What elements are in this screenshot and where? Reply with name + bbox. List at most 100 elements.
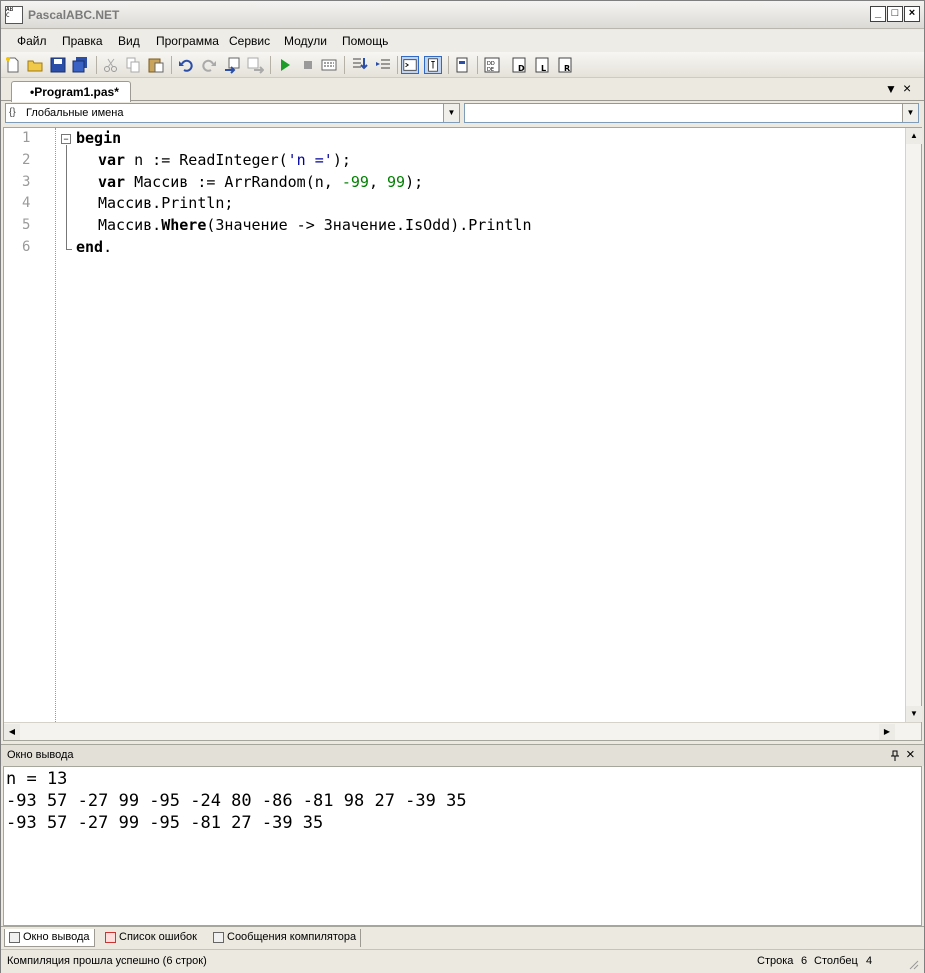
keyword: begin — [76, 129, 122, 147]
format-icon[interactable] — [223, 56, 241, 74]
output-pane-header: Окно вывода × — [1, 744, 924, 766]
svg-text:R: R — [564, 64, 570, 73]
debug-icon[interactable] — [320, 56, 338, 74]
code-text: Массив := ArrRandom(n, — [125, 173, 342, 191]
save-icon[interactable] — [49, 56, 67, 74]
member-dropdown[interactable]: ▼ — [464, 103, 919, 123]
app-logo-icon: AB C — [5, 6, 23, 24]
stop-icon[interactable] — [299, 56, 317, 74]
svg-text:DE: DE — [487, 67, 494, 73]
error-list-icon — [105, 932, 116, 943]
tab-program1[interactable]: •Program1.pas* — [11, 81, 131, 102]
minimize-button[interactable]: _ — [870, 6, 886, 22]
status-message: Компиляция прошла успешно (6 строк) — [7, 955, 207, 967]
document-tab-strip: •Program1.pas* ▼ × — [1, 79, 924, 102]
keyword: end — [76, 238, 104, 256]
library-icon[interactable]: L — [534, 56, 552, 74]
scroll-down-icon[interactable]: ▼ — [906, 706, 922, 722]
collapse-icon[interactable]: − — [61, 134, 71, 144]
menu-file[interactable]: Файл — [17, 34, 47, 48]
title-bar: AB C PascalABC.NET _ □ × — [1, 1, 924, 29]
horizontal-scrollbar[interactable]: ◀ ▶ — [4, 722, 921, 740]
menu-view[interactable]: Вид — [118, 34, 140, 48]
scroll-up-icon[interactable]: ▲ — [906, 128, 922, 144]
menu-edit[interactable]: Правка — [62, 34, 103, 48]
console-icon[interactable] — [401, 56, 419, 74]
chevron-down-icon[interactable]: ▼ — [902, 104, 918, 122]
reference-icon[interactable]: R — [557, 56, 575, 74]
row-value: 6 — [801, 955, 808, 967]
window-title: PascalABC.NET — [28, 8, 120, 22]
menu-bar: Файл Правка Вид Программа Сервис Модули … — [1, 30, 924, 52]
scroll-left-icon[interactable]: ◀ — [4, 724, 20, 740]
svg-text:D: D — [518, 64, 525, 73]
dll-icon[interactable]: DDDE — [483, 56, 501, 74]
line-number: 3 — [22, 174, 31, 190]
status-bar: Компиляция прошла успешно (6 строк) Стро… — [1, 949, 924, 973]
fold-guide — [66, 145, 67, 249]
column-value: 4 — [866, 955, 873, 967]
column-label: Столбец — [814, 955, 858, 967]
code-line-6: end. — [76, 238, 112, 256]
undo-icon[interactable] — [177, 56, 195, 74]
bottom-panel-tabs: Окно вывода Список ошибок Сообщения комп… — [1, 926, 924, 948]
code-text: ); — [405, 173, 424, 191]
step-into-icon[interactable] — [350, 56, 368, 74]
menu-service[interactable]: Сервис — [229, 34, 270, 48]
step-over-icon[interactable] — [374, 56, 392, 74]
line-number: 6 — [22, 239, 31, 255]
keyword: Where — [161, 216, 207, 234]
tab-list-dropdown[interactable]: ▼ — [885, 82, 897, 96]
redo-icon[interactable] — [200, 56, 218, 74]
run-icon[interactable] — [276, 56, 294, 74]
menu-help[interactable]: Помощь — [342, 34, 388, 48]
tab-label: Окно вывода — [23, 931, 90, 943]
navigate-icon[interactable] — [246, 56, 264, 74]
output-window[interactable]: n = 13 -93 57 -27 99 -95 -24 80 -86 -81 … — [3, 766, 922, 926]
copy-icon[interactable] — [124, 56, 142, 74]
close-button[interactable]: × — [904, 6, 920, 22]
string-literal: 'n =' — [287, 151, 333, 169]
tab-error-list[interactable]: Список ошибок — [101, 929, 201, 947]
tab-compiler-messages[interactable]: Сообщения компилятора — [209, 929, 362, 947]
line-number: 2 — [22, 152, 31, 168]
vertical-scrollbar[interactable]: ▲ ▼ — [905, 128, 922, 722]
save-all-icon[interactable] — [71, 56, 89, 74]
compiler-messages-icon — [213, 932, 224, 943]
output-line: -93 57 -27 99 -95 -24 80 -86 -81 98 27 -… — [6, 791, 467, 811]
code-text: n := ReadInteger( — [125, 151, 288, 169]
code-line-4: Массив.Println; — [98, 194, 233, 212]
pin-icon[interactable] — [889, 750, 901, 762]
number-literal: -99 — [341, 173, 369, 191]
toolbar-separator — [344, 56, 345, 74]
svg-text:L: L — [541, 64, 546, 73]
code-editor[interactable]: 1 2 3 4 5 6 − begin var n := ReadInteger… — [3, 127, 922, 741]
text-icon[interactable] — [424, 56, 442, 74]
cut-icon[interactable] — [102, 56, 120, 74]
code-text: . — [103, 238, 113, 256]
menu-modules[interactable]: Модули — [284, 34, 327, 48]
code-text: (Значение -> Значение.IsOdd).Println — [206, 216, 532, 234]
gutter-divider — [55, 128, 56, 722]
toolbar-separator — [448, 56, 449, 74]
chevron-down-icon[interactable]: ▼ — [443, 104, 459, 122]
line-number: 5 — [22, 217, 31, 233]
open-icon[interactable] — [26, 56, 44, 74]
output-line: n = 13 — [6, 769, 68, 789]
scroll-right-icon[interactable]: ▶ — [879, 724, 895, 740]
tab-close-button[interactable]: × — [903, 80, 911, 96]
tab-output-window[interactable]: Окно вывода — [4, 929, 95, 947]
form-icon[interactable] — [453, 56, 471, 74]
keyword: var — [98, 173, 126, 191]
fold-guide-end — [66, 249, 72, 250]
code-icon[interactable]: D — [511, 56, 529, 74]
resize-grip-icon[interactable] — [907, 958, 919, 970]
paste-icon[interactable] — [147, 56, 165, 74]
number-literal: 99 — [387, 173, 406, 191]
output-close-button[interactable]: × — [906, 746, 915, 763]
toolbar-separator — [477, 56, 478, 74]
maximize-button[interactable]: □ — [887, 6, 903, 22]
menu-program[interactable]: Программа — [156, 34, 219, 48]
scope-dropdown[interactable]: {} Глобальные имена ▼ — [5, 103, 460, 123]
new-file-icon[interactable] — [4, 56, 22, 74]
